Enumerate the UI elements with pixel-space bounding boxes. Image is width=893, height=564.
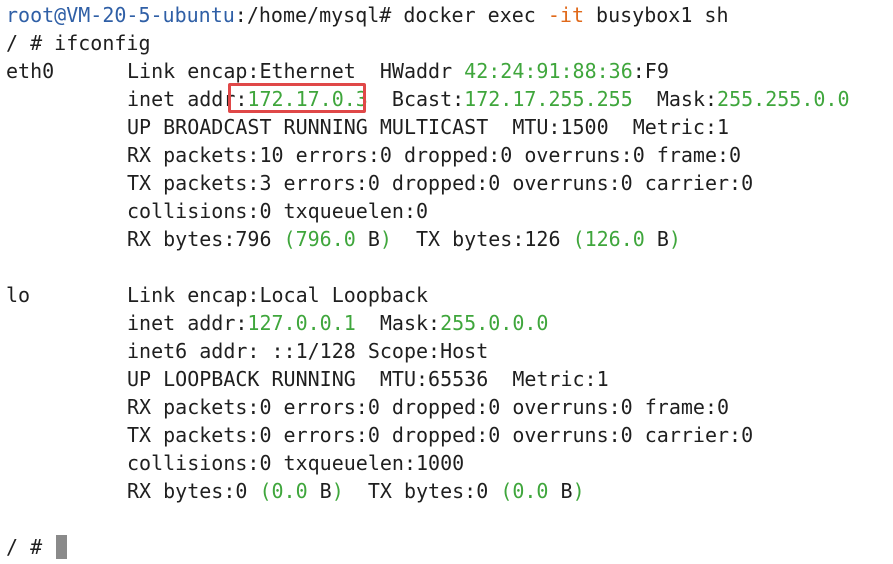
eth0-mask: 255.255.0.0: [717, 87, 850, 111]
host-prompt-line: root@VM-20-5-ubuntu:/home/mysql# docker …: [0, 1, 893, 29]
lo-link-text: Link encap:Local Loopback: [127, 283, 429, 307]
eth0-flags-line: UP BROADCAST RUNNING MULTICAST MTU:1500 …: [0, 113, 893, 141]
command-flag: -it: [547, 3, 584, 27]
eth0-rx-bytes-close: ): [379, 227, 392, 251]
text-cursor: [56, 535, 68, 559]
eth0-hwaddr-tail: :F9: [632, 59, 669, 83]
lo-tx-bytes-close: ): [572, 479, 585, 503]
lo-tx-bytes-unit: B: [548, 479, 573, 503]
lo-rx-bytes-unit: B: [307, 479, 332, 503]
eth0-rx-bytes-unit: B: [355, 227, 380, 251]
eth0-tx-bytes-unit: B: [644, 227, 669, 251]
lo-bytes-line: RX bytes:0 (0.0 B) TX bytes:0 (0.0 B): [0, 477, 893, 505]
lo-rx-bytes-label: RX bytes:0: [127, 479, 260, 503]
lo-collisions: collisions:0 txqueuelen:1000: [127, 451, 465, 475]
lo-mask: 255.0.0.0: [440, 311, 549, 335]
eth0-bytes-line: RX bytes:796 (796.0 B) TX bytes:126 (126…: [0, 225, 893, 253]
eth0-collisions: collisions:0 txqueuelen:0: [127, 199, 429, 223]
lo-mask-label: Mask:: [355, 311, 441, 335]
final-prompt-line[interactable]: / #: [0, 533, 893, 561]
lo-tx-bytes-label: TX bytes:0: [343, 479, 501, 503]
lo-rx-packets-line: RX packets:0 errors:0 dropped:0 overruns…: [0, 393, 893, 421]
eth0-link-line: eth0 Link encap:Ethernet HWaddr 42:24:91:…: [0, 57, 893, 85]
eth0-tx-packets-line: TX packets:3 errors:0 dropped:0 overruns…: [0, 169, 893, 197]
lo-inet-line: inet addr:127.0.0.1 Mask:255.0.0.0: [0, 309, 893, 337]
container-prompt: / #: [6, 31, 43, 55]
final-prompt: / #: [6, 535, 43, 559]
lo-link-line: lo Link encap:Local Loopback: [0, 281, 893, 309]
lo-tx-packets-line: TX packets:0 errors:0 dropped:0 overruns…: [0, 421, 893, 449]
container-command: ifconfig: [54, 31, 151, 55]
eth0-flags: UP BROADCAST RUNNING MULTICAST MTU:1500 …: [127, 115, 730, 139]
eth0-collisions-line: collisions:0 txqueuelen:0: [0, 197, 893, 225]
eth0-tx-bytes-value: (126.0: [572, 227, 645, 251]
lo-collisions-line: collisions:0 txqueuelen:1000: [0, 449, 893, 477]
lo-inet-label: inet addr:: [127, 311, 248, 335]
iface-name-eth0: eth0: [6, 59, 55, 83]
eth0-bcast-label: Bcast:: [367, 87, 465, 111]
lo-flags-line: UP LOOPBACK RUNNING MTU:65536 Metric:1: [0, 365, 893, 393]
eth0-bcast: 172.17.255.255: [464, 87, 633, 111]
eth0-rx-bytes-value: (796.0: [283, 227, 356, 251]
lo-rx-bytes-value: (0.0: [259, 479, 308, 503]
terminal-window[interactable]: root@VM-20-5-ubuntu:/home/mysql# docker …: [0, 0, 893, 564]
eth0-rx-packets-line: RX packets:10 errors:0 dropped:0 overrun…: [0, 141, 893, 169]
lo-flags: UP LOOPBACK RUNNING MTU:65536 Metric:1: [127, 367, 609, 391]
eth0-rx-bytes-label: RX bytes:796: [127, 227, 284, 251]
lo-rx-bytes-close: ): [331, 479, 344, 503]
lo-inet-addr: 127.0.0.1: [247, 311, 356, 335]
eth0-link-text: Link encap:Ethernet HWaddr: [127, 59, 465, 83]
ip-highlight-box: [228, 83, 366, 113]
eth0-tx-packets: TX packets:3 errors:0 dropped:0 overruns…: [127, 171, 754, 195]
eth0-tx-bytes-label: TX bytes:126: [391, 227, 573, 251]
command-args: busybox1 sh: [596, 3, 729, 27]
eth0-rx-packets: RX packets:10 errors:0 dropped:0 overrun…: [127, 143, 742, 167]
container-prompt-line: / # ifconfig: [0, 29, 893, 57]
lo-inet6-line: inet6 addr: ::1/128 Scope:Host: [0, 337, 893, 365]
lo-tx-bytes-value: (0.0: [500, 479, 549, 503]
command-text: docker exec: [403, 3, 536, 27]
prompt-user-host: root@VM-20-5-ubuntu: [6, 3, 235, 27]
lo-inet6: inet6 addr: ::1/128 Scope:Host: [127, 339, 489, 363]
eth0-mask-label: Mask:: [632, 87, 718, 111]
eth0-tx-bytes-close: ): [668, 227, 681, 251]
eth0-hwaddr: 42:24:91:88:36: [464, 59, 633, 83]
lo-rx-packets: RX packets:0 errors:0 dropped:0 overruns…: [127, 395, 730, 419]
eth0-inet-line: inet addr:172.17.0.3 Bcast:172.17.255.25…: [0, 85, 893, 113]
lo-tx-packets: TX packets:0 errors:0 dropped:0 overruns…: [127, 423, 754, 447]
iface-name-lo: lo: [6, 283, 31, 307]
prompt-path: :/home/mysql#: [234, 3, 392, 27]
